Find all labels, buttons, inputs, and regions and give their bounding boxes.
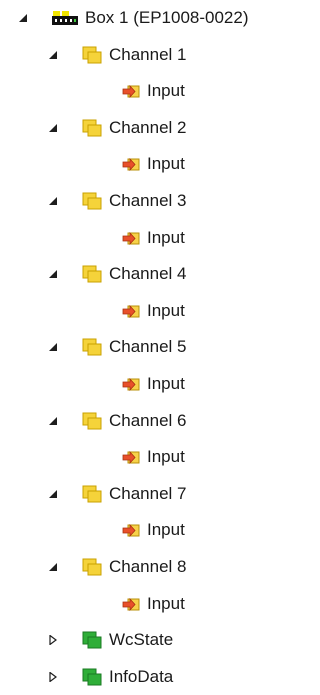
folder-yellow-icon [82, 46, 102, 64]
folder-yellow-icon [82, 338, 102, 356]
tree-item-label: Input [147, 227, 185, 247]
collapse-arrow-icon[interactable] [46, 48, 60, 62]
tree-item-channel-1[interactable]: Channel 1 [46, 37, 187, 73]
input-arrow-icon [122, 156, 140, 172]
folder-yellow-icon [82, 119, 102, 137]
tree-item-label: Input [147, 154, 185, 174]
collapse-arrow-icon[interactable] [46, 414, 60, 428]
tree-item-label: Input [147, 374, 185, 393]
tree-item-label: Input [147, 520, 185, 540]
folder-yellow-icon [82, 265, 102, 283]
tree-item-channel-3-input[interactable]: Input [122, 220, 185, 256]
folder-yellow-icon [82, 558, 102, 576]
tree-item-label: InfoData [109, 666, 174, 686]
tree-item-channel-4[interactable]: Channel 4 [46, 256, 187, 292]
collapse-arrow-icon[interactable] [46, 487, 60, 501]
expand-arrow-icon[interactable] [46, 670, 60, 684]
tree-item-channel-5-input[interactable]: Input [122, 366, 185, 402]
tree-item-channel-2-input[interactable]: Input [122, 146, 185, 182]
box-terminal-icon [52, 10, 78, 26]
folder-yellow-icon [82, 192, 102, 210]
tree-item-wcstate[interactable]: WcState [46, 622, 173, 658]
collapse-arrow-icon[interactable] [46, 267, 60, 281]
tree-item-channel-8[interactable]: Channel 8 [46, 549, 187, 585]
tree-item-label: Input [147, 447, 185, 467]
tree-item-label: Channel 5 [109, 337, 187, 357]
folder-yellow-icon [82, 485, 102, 503]
expand-arrow-icon[interactable] [46, 633, 60, 647]
tree-item-label: Channel 7 [109, 483, 187, 503]
tree-item-label: Input [147, 300, 185, 320]
tree-item-box[interactable]: Box 1 (EP1008-0022) [16, 0, 249, 36]
tree-item-label: Channel 1 [109, 44, 187, 64]
input-arrow-icon [122, 83, 140, 99]
tree-item-label: Channel 3 [109, 191, 187, 210]
folder-yellow-icon [82, 412, 102, 430]
collapse-arrow-icon[interactable] [46, 560, 60, 574]
tree-item-channel-4-input[interactable]: Input [122, 293, 185, 329]
io-tree: Box 1 (EP1008-0022) Channel 1 Input Channel… [0, 0, 307, 686]
tree-item-channel-6-input[interactable]: Input [122, 439, 185, 475]
tree-item-channel-3[interactable]: Channel 3 [46, 183, 187, 219]
collapse-arrow-icon[interactable] [46, 340, 60, 354]
tree-item-channel-8-input[interactable]: Input [122, 586, 185, 622]
input-arrow-icon [122, 303, 140, 319]
folder-green-icon [82, 668, 102, 686]
folder-green-icon [82, 631, 102, 649]
tree-item-channel-2[interactable]: Channel 2 [46, 110, 187, 146]
input-arrow-icon [122, 522, 140, 538]
input-arrow-icon [122, 376, 140, 392]
input-arrow-icon [122, 596, 140, 612]
tree-item-channel-7[interactable]: Channel 7 [46, 476, 187, 512]
tree-item-label: Channel 8 [109, 557, 187, 576]
tree-item-channel-7-input[interactable]: Input [122, 512, 185, 548]
tree-item-label: Channel 4 [109, 264, 187, 284]
tree-item-label: Input [147, 593, 185, 613]
tree-item-channel-1-input[interactable]: Input [122, 73, 185, 109]
input-arrow-icon [122, 230, 140, 246]
tree-item-label: Input [147, 81, 185, 101]
tree-item-infodata[interactable]: InfoData [46, 659, 173, 695]
tree-item-label: Channel 6 [109, 410, 187, 430]
tree-item-label: Channel 2 [109, 117, 187, 137]
collapse-arrow-icon[interactable] [46, 121, 60, 135]
tree-item-channel-6[interactable]: Channel 6 [46, 403, 187, 439]
tree-item-label: Box 1 (EP1008-0022) [85, 8, 249, 27]
tree-item-label: WcState [109, 630, 174, 650]
input-arrow-icon [122, 449, 140, 465]
collapse-arrow-icon[interactable] [16, 11, 30, 25]
collapse-arrow-icon[interactable] [46, 194, 60, 208]
tree-item-channel-5[interactable]: Channel 5 [46, 329, 187, 365]
